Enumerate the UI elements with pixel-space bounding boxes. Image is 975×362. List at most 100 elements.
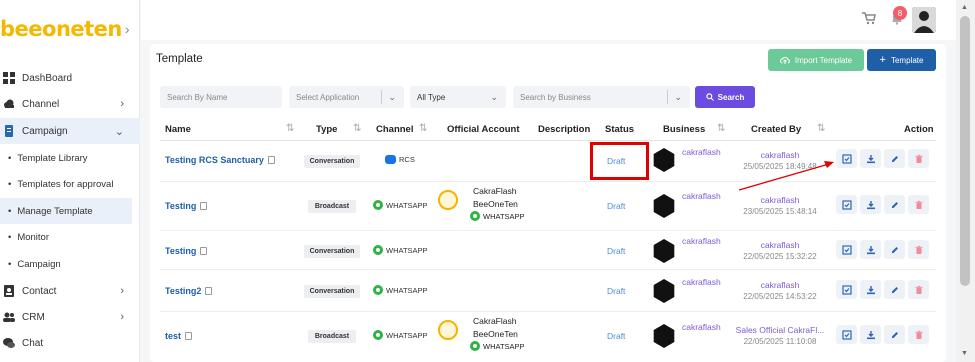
header-status: Status <box>605 124 635 135</box>
whatsapp-icon <box>373 330 383 340</box>
sidebar-subitem-template-library[interactable]: Template Library <box>8 145 140 171</box>
template-name-link[interactable]: test <box>165 331 193 341</box>
sidebar-item-chat[interactable]: Chat <box>0 330 140 356</box>
sort-icon[interactable]: ⇅ <box>286 123 294 134</box>
copy-icon[interactable] <box>185 332 193 340</box>
copy-icon[interactable] <box>205 287 213 295</box>
brand-logo[interactable]: beeoneten › <box>0 14 130 44</box>
sidebar-subitem-monitor[interactable]: Monitor <box>8 224 140 250</box>
checklist-button[interactable] <box>836 325 857 344</box>
download-button[interactable] <box>860 195 881 214</box>
sidebar-item-label: Campaign <box>22 125 68 137</box>
checklist-button[interactable] <box>836 280 857 299</box>
created-date: 22/05/2025 11:10:08 <box>743 337 817 346</box>
copy-icon[interactable] <box>200 247 208 255</box>
created-by: cakraflash <box>760 150 800 160</box>
copy-icon[interactable] <box>267 156 275 164</box>
sidebar-item-contact[interactable]: Contact › <box>0 278 140 304</box>
download-button[interactable] <box>860 240 881 259</box>
sidebar-item-channel[interactable]: Channel › <box>0 91 140 117</box>
sidebar-item-crm[interactable]: CRM › <box>0 304 140 330</box>
sidebar-subitem-campaign[interactable]: Campaign <box>8 251 140 277</box>
sort-icon[interactable]: ⇅ <box>717 123 725 134</box>
download-icon <box>866 200 875 209</box>
avatar[interactable] <box>912 7 936 33</box>
checklist-button[interactable] <box>836 240 857 259</box>
scrollbar-thumb[interactable] <box>960 16 970 286</box>
download-icon <box>866 245 875 254</box>
trash-icon <box>915 200 922 209</box>
header-name: Name <box>165 124 191 135</box>
search-button[interactable]: Search <box>695 86 755 108</box>
download-button[interactable] <box>860 149 881 168</box>
business-select[interactable]: Search by Business ⌄ <box>513 86 690 108</box>
sort-icon[interactable]: ⇅ <box>353 123 361 134</box>
delete-button[interactable] <box>908 195 929 214</box>
template-name-link[interactable]: Testing <box>165 246 208 256</box>
chevron-right-icon: › <box>120 285 124 297</box>
sidebar-subitem-manage-template[interactable]: Manage Template <box>0 198 132 224</box>
cart-icon[interactable] <box>862 12 876 25</box>
header-type: Type <box>316 124 338 135</box>
table-row <box>160 270 936 312</box>
sort-icon[interactable]: ⇅ <box>419 123 427 134</box>
chevron-down-icon: ⌄ <box>388 91 396 102</box>
type-badge: Conversation <box>304 285 360 298</box>
divider <box>381 90 382 104</box>
grid-icon <box>3 72 15 84</box>
status-label: Draft <box>607 246 626 256</box>
delete-button[interactable] <box>908 240 929 259</box>
pencil-icon <box>891 246 898 253</box>
scroll-up-icon[interactable]: ▲ <box>961 4 968 11</box>
document-icon <box>5 125 13 137</box>
collapse-sidebar-icon[interactable]: › <box>125 21 130 37</box>
delete-button[interactable] <box>908 280 929 299</box>
type-select[interactable]: All Type ⌄ <box>410 86 506 108</box>
checklist-icon <box>841 284 852 295</box>
search-name-input[interactable]: Search By Name <box>160 86 282 108</box>
sidebar-subitem-templates-approval[interactable]: Templates for approval <box>8 171 140 197</box>
edit-button[interactable] <box>884 325 905 344</box>
edit-button[interactable] <box>884 149 905 168</box>
checklist-button[interactable] <box>836 149 857 168</box>
sort-icon[interactable]: ⇅ <box>817 123 825 134</box>
download-button[interactable] <box>860 280 881 299</box>
pencil-icon <box>891 201 898 208</box>
import-template-button[interactable]: Import Template <box>768 49 864 71</box>
edit-button[interactable] <box>884 280 905 299</box>
template-name-link[interactable]: Testing2 <box>165 286 213 296</box>
trash-icon <box>915 245 922 254</box>
header-action: Action <box>904 124 934 135</box>
created-by: Sales Official CakraFl... <box>735 325 825 335</box>
edit-button[interactable] <box>884 195 905 214</box>
status-label: Draft <box>607 331 626 341</box>
notification-badge: 8 <box>893 6 907 20</box>
edit-button[interactable] <box>884 240 905 259</box>
copy-icon[interactable] <box>200 202 208 210</box>
scroll-down-icon[interactable]: ▼ <box>961 350 968 357</box>
delete-button[interactable] <box>908 149 929 168</box>
pencil-icon <box>891 331 898 338</box>
template-name-link[interactable]: Testing <box>165 201 208 211</box>
checklist-button[interactable] <box>836 195 857 214</box>
delete-button[interactable] <box>908 325 929 344</box>
page-title: Template <box>156 53 203 65</box>
pencil-icon <box>891 155 898 162</box>
download-button[interactable] <box>860 325 881 344</box>
application-select[interactable]: Select Application ⌄ <box>289 86 404 108</box>
channel-label: RCS <box>385 155 415 164</box>
sidebar-item-dashboard[interactable]: DashBoard <box>0 65 140 91</box>
header-official-account: Official Account <box>447 124 520 135</box>
business-name: cakraflash <box>682 191 721 201</box>
download-icon <box>866 285 875 294</box>
chat-icon <box>3 338 15 348</box>
add-template-button[interactable]: + Template <box>867 49 936 71</box>
channel-label: WHATSAPP <box>373 330 428 340</box>
trash-icon <box>915 154 922 163</box>
business-name: cakraflash <box>682 322 721 332</box>
created-by: cakraflash <box>760 195 800 205</box>
whatsapp-icon <box>373 200 383 210</box>
template-name-link[interactable]: Testing RCS Sanctuary <box>165 155 275 165</box>
table-row <box>160 231 936 270</box>
sidebar-item-campaign[interactable]: Campaign ⌄ <box>0 118 140 144</box>
